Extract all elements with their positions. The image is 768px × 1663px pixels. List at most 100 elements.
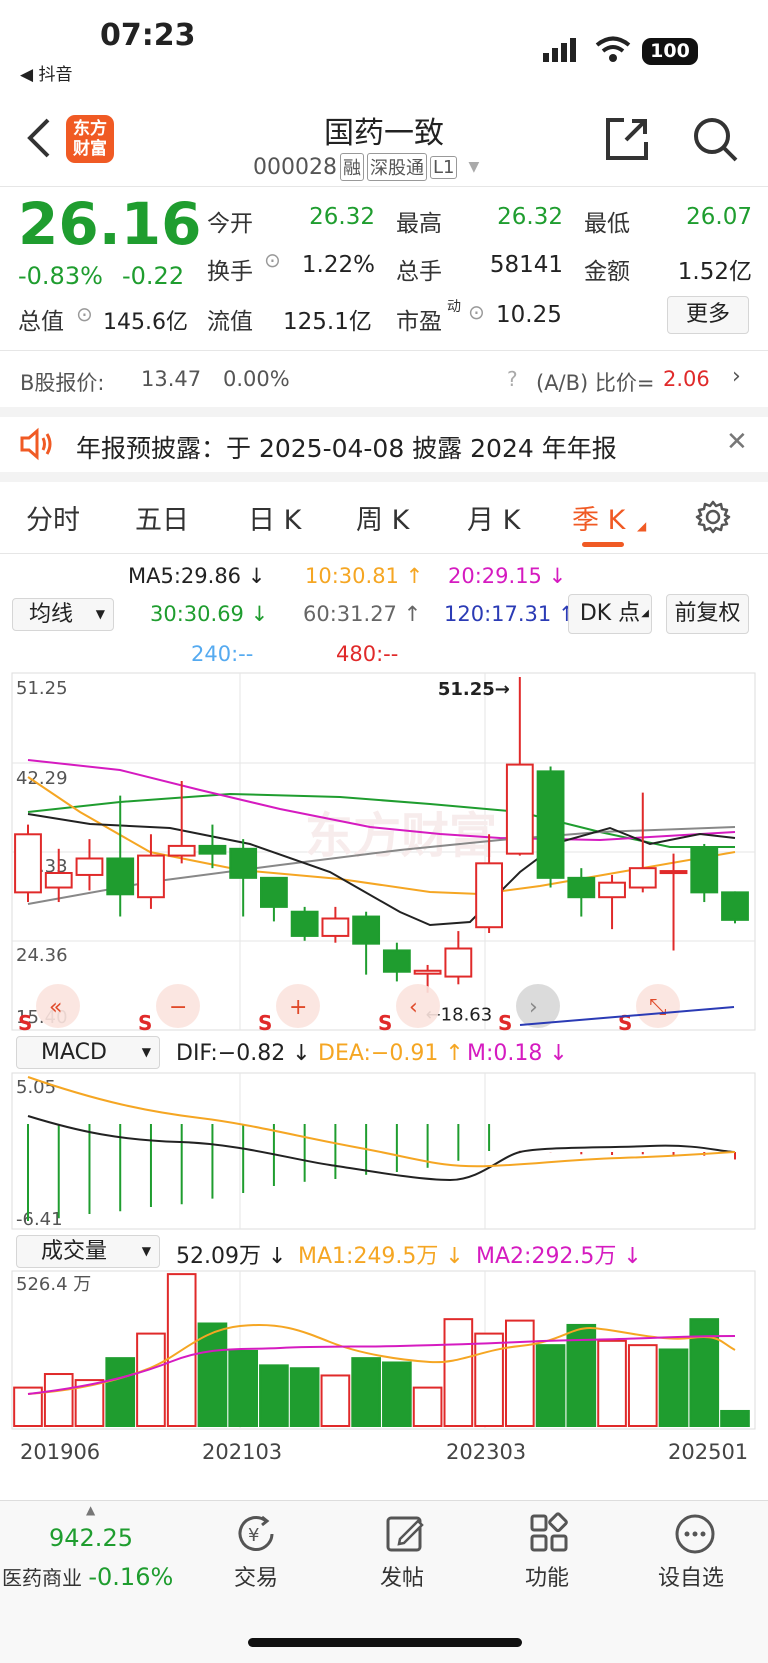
- x-label: 201906: [20, 1440, 101, 1464]
- info-icon[interactable]: ⊙: [264, 248, 281, 272]
- chevron-right-icon[interactable]: ›: [732, 364, 741, 389]
- volume-bar: [474, 1332, 504, 1427]
- candle-body: [382, 949, 411, 973]
- macd-dif-label: DIF:−0.82 ↓: [176, 1041, 311, 1066]
- ma5-label: MA5:29.86 ↓: [128, 564, 266, 588]
- tab-daily-k[interactable]: 日 K: [248, 498, 301, 537]
- speaker-icon: [18, 425, 56, 467]
- stat-label: 总手: [396, 259, 442, 285]
- volume-bar: [228, 1349, 259, 1427]
- more-icon[interactable]: [673, 1512, 717, 1560]
- candle-body: [14, 833, 42, 894]
- functions-label[interactable]: 功能: [525, 1560, 569, 1592]
- dk-point-label: DK 点: [579, 601, 641, 626]
- trade-icon[interactable]: ¥: [234, 1512, 278, 1560]
- volume-selector[interactable]: 成交量 ▼: [16, 1235, 160, 1268]
- stock-code: 000028: [253, 154, 337, 180]
- dropdown-arrow-icon: ▼: [141, 1244, 151, 1258]
- settings-icon[interactable]: [695, 499, 731, 539]
- adjust-right-button[interactable]: 前复权: [666, 594, 749, 634]
- notice-text[interactable]: 年报预披露：于 2025-04-08 披露 2024 年年报: [76, 429, 617, 465]
- stat-label: 今开: [207, 211, 253, 237]
- tag-margin: 融: [339, 153, 364, 181]
- chart-tool-icon: +: [289, 995, 307, 1020]
- stat-value: 1.22%: [301, 252, 375, 278]
- sell-signal-marker: S: [618, 1011, 632, 1032]
- trade-label[interactable]: 交易: [234, 1560, 278, 1592]
- help-icon[interactable]: ?: [507, 367, 518, 391]
- candle-body: [721, 891, 749, 921]
- dk-point-button[interactable]: DK 点 ◢: [568, 594, 652, 634]
- chart-tool-icon: «: [49, 995, 62, 1020]
- volume-chart[interactable]: 526.4 万: [0, 1270, 768, 1430]
- volume-bar: [136, 1332, 166, 1427]
- volume-bar: [535, 1344, 566, 1427]
- pe-label: 市盈: [396, 309, 442, 335]
- b-share-price: 13.47: [141, 367, 202, 391]
- candle-body: [137, 854, 165, 899]
- info-icon[interactable]: ⊙: [76, 302, 93, 326]
- candle-body: [167, 844, 196, 857]
- total-value: 145.6亿: [103, 310, 188, 335]
- tab-five-day[interactable]: 五日: [135, 498, 189, 537]
- current-price: 26.16: [18, 190, 202, 258]
- sell-signal-marker: S: [138, 1011, 152, 1032]
- volume-bar: [105, 1357, 136, 1427]
- dea-line: [27, 1076, 736, 1168]
- back-to-app-link[interactable]: ◀ 抖音: [20, 60, 72, 85]
- tab-quarterly-k[interactable]: 季 K: [572, 498, 625, 537]
- candle-body: [229, 847, 258, 879]
- sector-name: 医药商业 -0.16%: [2, 1563, 174, 1591]
- pe-dynamic-sup: 动: [447, 299, 461, 315]
- ab-ratio-value: 2.06: [663, 367, 710, 391]
- more-button[interactable]: 更多: [667, 296, 749, 334]
- change-amount: -0.22: [122, 262, 185, 290]
- tag-level: L1: [429, 155, 458, 179]
- info-icon[interactable]: ⊙: [468, 300, 485, 324]
- macd-selector[interactable]: MACD ▼: [16, 1036, 160, 1069]
- caret-down-icon: ▼: [468, 159, 480, 175]
- share-icon[interactable]: [604, 116, 650, 166]
- ma30-label: 30:30.69 ↓: [150, 602, 269, 626]
- volume-bar: [289, 1367, 320, 1427]
- tab-dropdown-icon: ◢: [637, 519, 647, 533]
- section-divider: [0, 407, 768, 417]
- watchlist-label[interactable]: 设自选: [658, 1560, 724, 1592]
- macd-chart[interactable]: 5.05 -6.41: [0, 1072, 768, 1230]
- search-icon[interactable]: [692, 116, 738, 166]
- volume-bar: [382, 1361, 412, 1428]
- pe-value: 10.25: [496, 302, 562, 328]
- stat-label: 换手: [207, 259, 253, 285]
- ma-selector[interactable]: 均线 ▼: [12, 598, 114, 631]
- candle-body: [106, 857, 135, 896]
- chart-tool-button[interactable]: [396, 984, 440, 1028]
- stat-value: 1.52亿: [677, 259, 752, 285]
- stat-value: 58141: [489, 252, 563, 278]
- post-label[interactable]: 发帖: [380, 1560, 424, 1592]
- collapse-up-icon[interactable]: ▲: [86, 1503, 95, 1517]
- volume-bar: [597, 1339, 627, 1427]
- candle-body: [659, 870, 688, 875]
- ma10-label: 10:30.81 ↑: [305, 564, 424, 588]
- post-icon[interactable]: [383, 1512, 427, 1560]
- functions-icon[interactable]: [528, 1512, 572, 1560]
- close-icon[interactable]: ✕: [726, 427, 748, 457]
- volume-bar: [627, 1344, 658, 1427]
- candle-body: [290, 910, 319, 937]
- b-share-label: B股报价:: [20, 371, 105, 395]
- stock-code-row[interactable]: 000028 融 深股通 L1 ▼: [253, 153, 479, 181]
- chart-tool-icon: ⤡: [649, 995, 667, 1020]
- tab-intraday[interactable]: 分时: [26, 498, 80, 537]
- candle-body: [44, 872, 73, 889]
- tab-monthly-k[interactable]: 月 K: [467, 498, 520, 537]
- kline-chart[interactable]: 东方财富 51.2542.2933.3324.3615.40 51.25→ ←1…: [0, 672, 768, 1032]
- sell-signal-marker: S: [18, 1011, 32, 1032]
- active-tab-indicator: [582, 542, 624, 547]
- volume-bar: [43, 1373, 74, 1427]
- candle-body: [598, 881, 626, 899]
- sector-index[interactable]: 942.25: [49, 1524, 133, 1552]
- candle-body: [690, 847, 719, 894]
- tab-weekly-k[interactable]: 周 K: [356, 498, 409, 537]
- stat-value: 26.32: [309, 204, 375, 230]
- battery-icon: 100: [642, 38, 698, 65]
